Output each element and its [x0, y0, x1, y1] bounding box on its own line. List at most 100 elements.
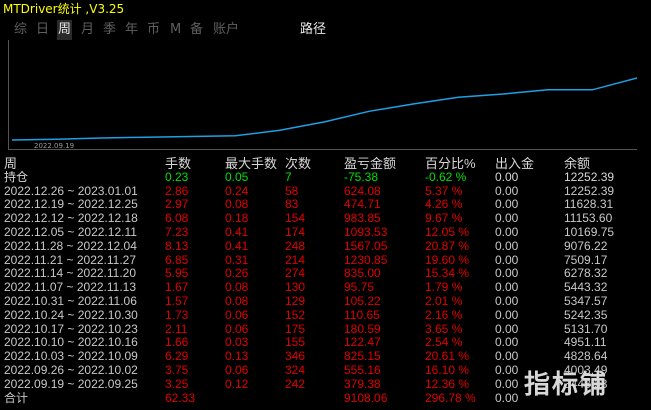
row-period: 2022.12.05 ~ 2022.12.11	[4, 225, 137, 239]
tab-weekly[interactable]: 周	[57, 20, 73, 40]
row-pnl: 180.59	[344, 322, 381, 336]
tab-quarterly[interactable]: 季	[103, 20, 116, 40]
row-max-lots: 0.03	[225, 336, 249, 350]
row-deposit: 0.00	[495, 212, 519, 226]
table-row: 2022.12.12 ~ 2022.12.18 6.08 0.18 154 983.85…	[4, 212, 644, 226]
row-pnl: 983.85	[344, 212, 381, 226]
row-balance: 11153.60	[564, 212, 613, 226]
holding-label: 持仓	[4, 170, 29, 184]
row-percent: 2.54 %	[425, 336, 463, 350]
row-percent: 12.36 %	[425, 377, 470, 391]
row-lots: 6.29	[165, 350, 189, 364]
total-pnl: 9108.06	[344, 391, 388, 405]
row-lots: 6.85	[165, 253, 189, 267]
holding-io: 0.00	[495, 170, 519, 184]
row-max-lots: 0.06	[225, 363, 249, 377]
row-max-lots: 0.18	[225, 212, 249, 226]
watermark-logo: 指标铺	[524, 370, 609, 400]
balance-chart-svg	[11, 77, 638, 141]
row-max-lots: 0.26	[225, 267, 249, 281]
app-title: MTDriver统计 ,V3.25	[3, 2, 125, 16]
row-percent: 15.34 %	[425, 267, 470, 281]
row-lots: 5.95	[165, 267, 189, 281]
tab-yearly[interactable]: 年	[125, 20, 138, 40]
row-balance: 5131.70	[564, 322, 608, 336]
table-row: 2022.10.31 ~ 2022.11.06 1.57 0.08 129 105.22…	[4, 295, 644, 309]
row-deposit: 0.00	[495, 336, 519, 350]
row-pnl: 835.00	[344, 267, 381, 281]
tab-daily[interactable]: 日	[36, 20, 49, 40]
tab-currency[interactable]: 币	[147, 20, 160, 40]
holding-lots: 0.23	[165, 170, 189, 184]
row-balance: 6278.32	[564, 267, 608, 281]
table-row: 2022.11.14 ~ 2022.11.20 5.95 0.26 274 835.00…	[4, 267, 644, 281]
tab-monthly[interactable]: 月	[81, 20, 94, 40]
row-max-lots: 0.12	[225, 377, 249, 391]
row-lots: 3.75	[165, 363, 189, 377]
row-deposit: 0.00	[495, 294, 519, 308]
row-lots: 7.23	[165, 225, 189, 239]
header-percent: 百分比%	[425, 157, 476, 171]
row-count: 83	[285, 198, 299, 212]
row-count: 154	[285, 212, 306, 226]
table-row: 2022.10.03 ~ 2022.10.09 6.29 0.13 346 825.15…	[4, 350, 644, 364]
row-balance: 10169.75	[564, 225, 615, 239]
table-row: 2022.12.19 ~ 2022.12.25 2.97 0.08 83 474.71 4…	[4, 198, 644, 212]
tab-path[interactable]: 路径	[300, 20, 326, 40]
chart-x-label: 2022.09.19	[34, 142, 75, 150]
row-count: 174	[285, 225, 306, 239]
row-percent: 1.79 %	[425, 281, 463, 295]
row-deposit: 0.00	[495, 253, 519, 267]
row-lots: 2.86	[165, 184, 189, 198]
row-lots: 1.67	[165, 281, 189, 295]
row-pnl: 555.16	[344, 363, 381, 377]
row-lots: 8.13	[165, 239, 189, 253]
row-balance: 4828.64	[564, 350, 608, 364]
row-balance: 5242.35	[564, 308, 608, 322]
row-period: 2022.12.19 ~ 2022.12.25	[4, 198, 138, 212]
row-pnl: 122.47	[344, 336, 381, 350]
table-row: 2022.10.10 ~ 2022.10.16 1.66 0.03 155 122.47…	[4, 336, 644, 350]
table-row: 2022.11.21 ~ 2022.11.27 6.85 0.31 214 1230.8…	[4, 254, 644, 268]
row-percent: 2.16 %	[425, 308, 463, 322]
row-period: 2022.11.07 ~ 2022.11.13	[4, 281, 137, 295]
row-max-lots: 0.13	[225, 350, 249, 364]
row-deposit: 0.00	[495, 308, 519, 322]
holding-balance: 12252.39	[564, 170, 615, 184]
row-lots: 3.25	[165, 377, 189, 391]
row-deposit: 0.00	[495, 267, 519, 281]
total-pct: 296.78 %	[425, 391, 476, 405]
row-lots: 6.08	[165, 212, 189, 226]
row-max-lots: 0.06	[225, 308, 249, 322]
holding-pct: -0.62 %	[425, 170, 467, 184]
balance-chart	[8, 40, 638, 150]
row-count: 248	[285, 239, 306, 253]
header-count: 次数	[285, 157, 312, 171]
row-period: 2022.12.12 ~ 2022.12.18	[4, 212, 138, 226]
row-percent: 9.67 %	[425, 212, 463, 226]
table-row: 2022.10.17 ~ 2022.10.23 2.11 0.06 175 180.59…	[4, 323, 644, 337]
tab-magic[interactable]: M	[170, 20, 181, 40]
row-deposit: 0.00	[495, 322, 519, 336]
row-pnl: 95.75	[344, 281, 375, 295]
row-period: 2022.10.31 ~ 2022.11.06	[4, 294, 137, 308]
row-balance: 4951.11	[564, 336, 607, 350]
row-count: 274	[285, 267, 306, 281]
total-label: 合计	[4, 391, 29, 405]
row-deposit: 0.00	[495, 184, 519, 198]
row-balance: 9076.22	[564, 239, 608, 253]
tab-notes[interactable]: 备	[190, 20, 203, 40]
tab-account[interactable]: 账户	[213, 20, 239, 40]
row-count: 130	[285, 281, 306, 295]
row-deposit: 0.00	[495, 350, 519, 364]
row-deposit: 0.00	[495, 198, 519, 212]
row-pnl: 1567.05	[344, 239, 388, 253]
row-deposit: 0.00	[495, 281, 519, 295]
row-deposit: 0.00	[495, 225, 519, 239]
row-percent: 2.01 %	[425, 294, 463, 308]
tab-overview[interactable]: 综	[14, 20, 27, 40]
header-period: 周	[4, 157, 18, 171]
row-lots: 1.57	[165, 294, 189, 308]
row-balance: 12252.39	[564, 184, 615, 198]
row-pnl: 825.15	[344, 350, 381, 364]
